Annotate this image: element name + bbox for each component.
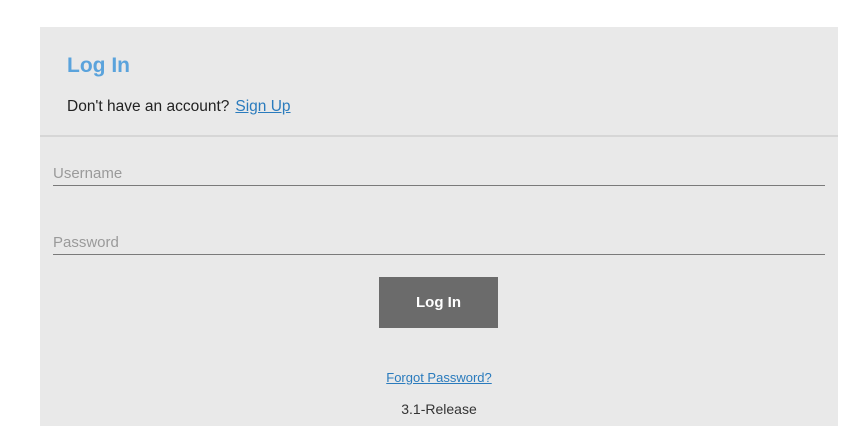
login-button[interactable]: Log In	[379, 277, 498, 328]
version-label: 3.1-Release	[401, 401, 477, 417]
login-panel: Log In Don't have an account? Sign Up Log…	[40, 27, 838, 426]
forgot-password-link[interactable]: Forgot Password?	[386, 370, 492, 385]
page-title: Log In	[67, 54, 130, 77]
signup-link[interactable]: Sign Up	[235, 98, 290, 115]
forgot-password-row: Forgot Password?	[40, 370, 838, 386]
signup-row: Don't have an account? Sign Up	[67, 97, 291, 117]
login-header: Log In Don't have an account? Sign Up	[40, 27, 838, 137]
signup-prompt: Don't have an account?	[67, 98, 230, 115]
password-input[interactable]	[53, 231, 825, 255]
username-input[interactable]	[53, 162, 825, 186]
